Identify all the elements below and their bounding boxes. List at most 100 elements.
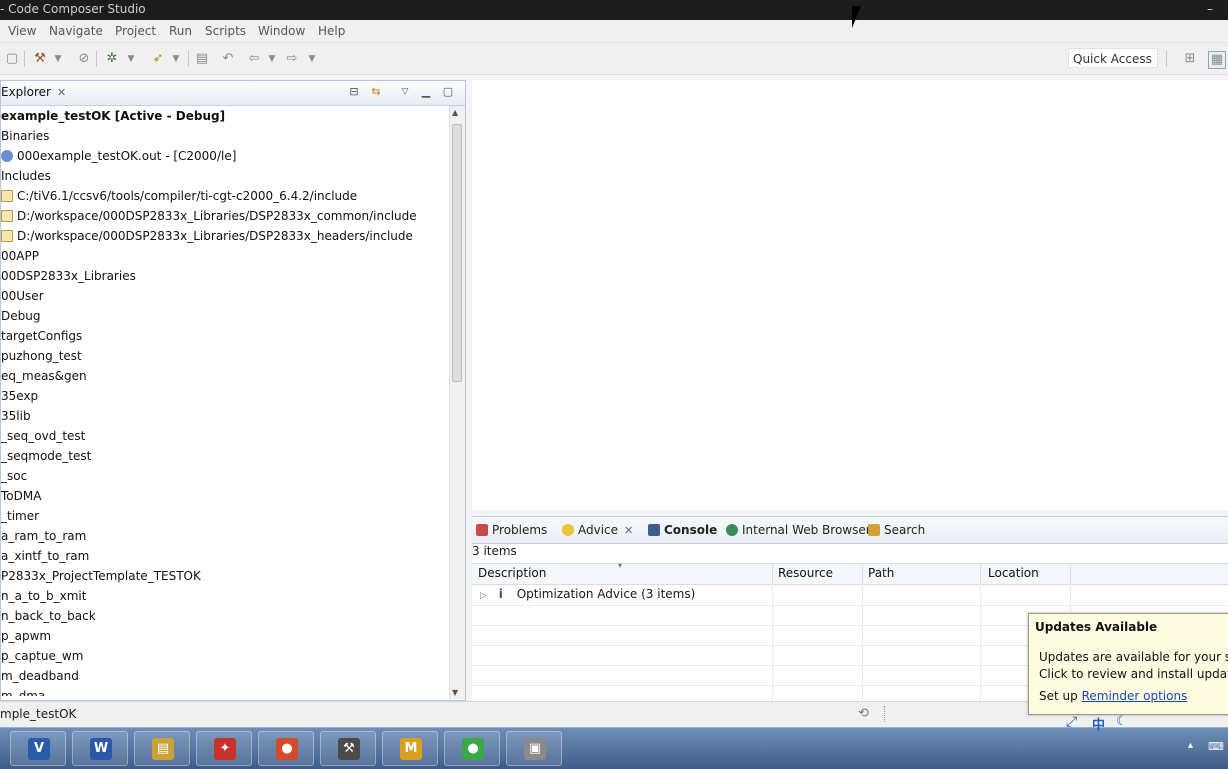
menu-help[interactable]: Help <box>318 24 345 38</box>
tree-item[interactable]: D:/workspace/000DSP2833x_Libraries/DSP28… <box>1 206 417 226</box>
tab-explorer[interactable]: Explorer ✕ <box>1 85 66 99</box>
column-separator[interactable] <box>772 564 773 584</box>
chevron-down-icon[interactable]: ▼ <box>264 51 280 67</box>
flash-icon[interactable]: ➶ <box>150 51 166 67</box>
menu-navigate[interactable]: Navigate <box>49 24 103 38</box>
tree-item[interactable]: 35lib <box>1 406 31 426</box>
build-hammer-icon[interactable]: ⚒ <box>32 51 48 67</box>
chevron-down-icon[interactable]: ▼ <box>168 51 184 67</box>
ccs-perspective-icon[interactable]: ▦ <box>1208 51 1226 69</box>
tree-item[interactable]: 00DSP2833x_Libraries <box>1 266 136 286</box>
view-menu-icon[interactable]: ▽ <box>398 85 412 99</box>
tree-item[interactable]: n_back_to_back <box>1 606 96 626</box>
explorer-scrollbar[interactable]: ▲ ▼ <box>449 106 465 699</box>
tray-arrow-icon[interactable]: ▴ <box>1188 740 1193 751</box>
taskbar-button[interactable]: ● <box>258 731 314 766</box>
tree-item[interactable]: P2833x_ProjectTemplate_TESTOK <box>1 566 201 586</box>
stop-icon[interactable]: ⊘ <box>76 51 92 67</box>
maximize-icon[interactable]: ▢ <box>441 85 455 99</box>
collapse-all-icon[interactable]: ⊟ <box>347 85 361 99</box>
moon-icon[interactable]: ☾ <box>1116 714 1128 729</box>
tree-item[interactable]: Binaries <box>1 126 49 146</box>
menu-view[interactable]: View <box>8 24 36 38</box>
tree-item[interactable]: a_ram_to_ram <box>1 526 86 546</box>
tree-item[interactable]: m_dma <box>1 686 45 696</box>
taskbar-button[interactable]: ▤ <box>134 731 190 766</box>
close-icon[interactable]: ✕ <box>624 524 633 537</box>
updates-icon[interactable]: ⟲ <box>858 706 874 722</box>
minimize-icon[interactable]: ▁ <box>419 85 433 99</box>
tree-item[interactable]: 000example_testOK.out - [C2000/le] <box>1 146 236 166</box>
scrollbar-thumb[interactable] <box>452 124 462 382</box>
tree-item[interactable]: p_captue_wm <box>1 646 83 666</box>
menu-window[interactable]: Window <box>258 24 305 38</box>
tab-console[interactable]: Console <box>648 523 717 537</box>
tree-item[interactable]: 00APP <box>1 246 39 266</box>
tree-item[interactable]: _seq_ovd_test <box>1 426 85 446</box>
tree-item[interactable]: _seqmode_test <box>1 446 91 466</box>
column-separator[interactable] <box>1070 564 1071 584</box>
chevron-down-icon[interactable]: ▼ <box>304 51 320 67</box>
column-path[interactable]: Path <box>868 566 894 580</box>
column-description[interactable]: Description <box>478 566 546 580</box>
scroll-down-icon[interactable]: ▼ <box>452 688 458 697</box>
close-icon[interactable]: ✕ <box>57 86 66 99</box>
tree-item[interactable]: n_a_to_b_xmit <box>1 586 86 606</box>
minimize-button[interactable]: – <box>1200 2 1220 16</box>
tree-item[interactable]: Debug <box>1 306 40 326</box>
chevron-down-icon[interactable]: ▼ <box>50 51 66 67</box>
tab-advice[interactable]: Advice ✕ <box>562 523 633 537</box>
quick-access-input[interactable]: Quick Access <box>1068 48 1158 68</box>
tree-item[interactable]: 35exp <box>1 386 38 406</box>
scroll-up-icon[interactable]: ▲ <box>452 108 458 117</box>
link-editor-icon[interactable]: ⇆ <box>369 85 383 99</box>
tab-internal-web-browser[interactable]: Internal Web Browser <box>726 523 871 537</box>
tree-item[interactable]: _soc <box>1 466 27 486</box>
ime-icon[interactable]: ⤢ <box>1066 714 1077 730</box>
taskbar-button[interactable]: W <box>72 731 128 766</box>
column-separator[interactable] <box>862 564 863 584</box>
tree-item[interactable]: targetConfigs <box>1 326 82 346</box>
ime-chinese-icon[interactable]: 中 <box>1092 714 1105 733</box>
tree-item[interactable]: Includes <box>1 166 51 186</box>
debug-bug-icon[interactable]: ✲ <box>104 51 120 67</box>
reminder-options-link[interactable]: Reminder options <box>1082 689 1188 703</box>
taskbar-button[interactable]: ⚒ <box>320 731 376 766</box>
taskbar-button[interactable]: ▣ <box>506 731 562 766</box>
table-row[interactable]: ▷ i Optimization Advice (3 items) <box>480 587 695 601</box>
column-resource[interactable]: Resource <box>778 566 833 580</box>
last-edit-icon[interactable]: ↶ <box>220 51 236 67</box>
tree-item[interactable]: example_testOK [Active - Debug] <box>1 106 225 126</box>
tab-search[interactable]: Search <box>868 523 925 537</box>
editor-area[interactable] <box>472 80 1228 510</box>
menu-scripts[interactable]: Scripts <box>205 24 246 38</box>
updates-notification[interactable]: Updates Available Updates are available … <box>1028 613 1228 715</box>
taskbar-button[interactable]: ✦ <box>196 731 252 766</box>
column-location[interactable]: Location <box>988 566 1039 580</box>
taskbar-button[interactable]: M <box>382 731 438 766</box>
new-icon[interactable]: ▢ <box>4 51 20 67</box>
tree-item[interactable]: _timer <box>1 506 39 526</box>
chevron-down-icon[interactable]: ▼ <box>123 51 139 67</box>
taskbar-button[interactable]: V <box>10 731 66 766</box>
tree-item[interactable]: p_apwm <box>1 626 51 646</box>
tree-item[interactable]: D:/workspace/000DSP2833x_Libraries/DSP28… <box>1 226 413 246</box>
tree-item[interactable]: eq_meas&gen <box>1 366 87 386</box>
column-separator[interactable] <box>980 564 981 584</box>
expand-arrow-icon[interactable]: ▷ <box>480 591 487 601</box>
tree-item[interactable]: ToDMA <box>1 486 41 506</box>
tab-problems[interactable]: Problems <box>476 523 547 537</box>
forward-arrow-icon[interactable]: ⇨ <box>284 51 300 67</box>
open-perspective-icon[interactable]: ⊞ <box>1182 51 1198 67</box>
menu-run[interactable]: Run <box>169 24 192 38</box>
tree-item[interactable]: C:/tiV6.1/ccsv6/tools/compiler/ti-cgt-c2… <box>1 186 357 206</box>
taskbar-button[interactable]: ● <box>444 731 500 766</box>
keyboard-icon[interactable]: ⌨ <box>1208 740 1224 753</box>
tree-item[interactable]: m_deadband <box>1 666 79 686</box>
tree-item[interactable]: 00User <box>1 286 44 306</box>
tree-item[interactable]: a_xintf_to_ram <box>1 546 89 566</box>
menu-project[interactable]: Project <box>115 24 156 38</box>
tree-item[interactable]: puzhong_test <box>1 346 82 366</box>
open-file-icon[interactable]: ▤ <box>194 51 210 67</box>
back-arrow-icon[interactable]: ⇦ <box>246 51 262 67</box>
